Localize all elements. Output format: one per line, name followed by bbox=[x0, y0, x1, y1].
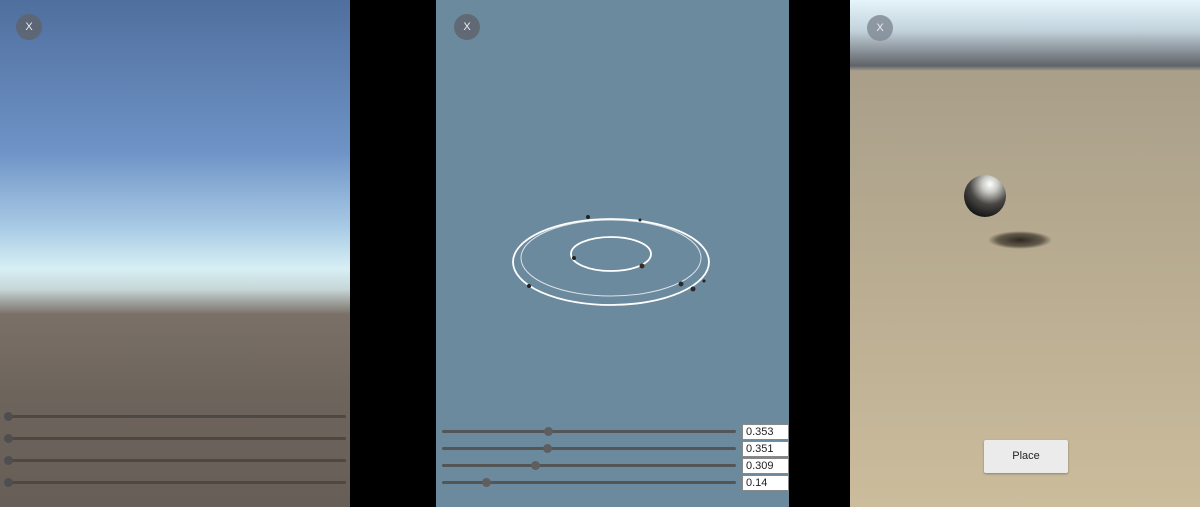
planet bbox=[638, 218, 642, 222]
outer-orbit-inner-edge bbox=[520, 219, 702, 297]
slider-track bbox=[8, 437, 346, 440]
ground-scene bbox=[964, 175, 1052, 249]
planet bbox=[527, 284, 531, 288]
slider-value-field[interactable]: 0.351 bbox=[742, 441, 789, 457]
sphere-shadow bbox=[988, 231, 1052, 249]
close-button[interactable]: X bbox=[16, 14, 42, 40]
scene-view-ground: X Place bbox=[850, 0, 1200, 507]
outer-orbit-ring bbox=[512, 218, 710, 306]
slider-handle[interactable] bbox=[482, 478, 491, 487]
scene-view-sky: X bbox=[0, 0, 350, 507]
planet bbox=[639, 263, 645, 269]
planet bbox=[572, 256, 576, 260]
slider-handle[interactable] bbox=[4, 412, 13, 421]
slider-track bbox=[442, 430, 736, 433]
slider-value-field[interactable]: 0.353 bbox=[742, 424, 789, 440]
slider-handle[interactable] bbox=[544, 427, 553, 436]
inner-orbit-ring bbox=[570, 236, 652, 272]
slider-handle[interactable] bbox=[531, 461, 540, 470]
slider-track bbox=[8, 481, 346, 484]
planet bbox=[586, 215, 590, 219]
slider-track bbox=[8, 415, 346, 418]
scene-view-orbits: X 0.353 0.351 0.309 0.14 bbox=[436, 0, 789, 507]
slider-handle[interactable] bbox=[543, 444, 552, 453]
slider-track bbox=[8, 459, 346, 462]
slider-track bbox=[442, 447, 736, 450]
slider-value-field[interactable]: 0.14 bbox=[742, 475, 789, 491]
planet bbox=[702, 279, 706, 283]
planet bbox=[678, 281, 684, 287]
slider-handle[interactable] bbox=[4, 478, 13, 487]
slider-track bbox=[442, 464, 736, 467]
slider-value-field[interactable]: 0.309 bbox=[742, 458, 789, 474]
place-button[interactable]: Place bbox=[984, 440, 1068, 473]
slider-handle[interactable] bbox=[4, 434, 13, 443]
sphere-object bbox=[964, 175, 1006, 217]
planet bbox=[690, 286, 696, 292]
slider-handle[interactable] bbox=[4, 456, 13, 465]
